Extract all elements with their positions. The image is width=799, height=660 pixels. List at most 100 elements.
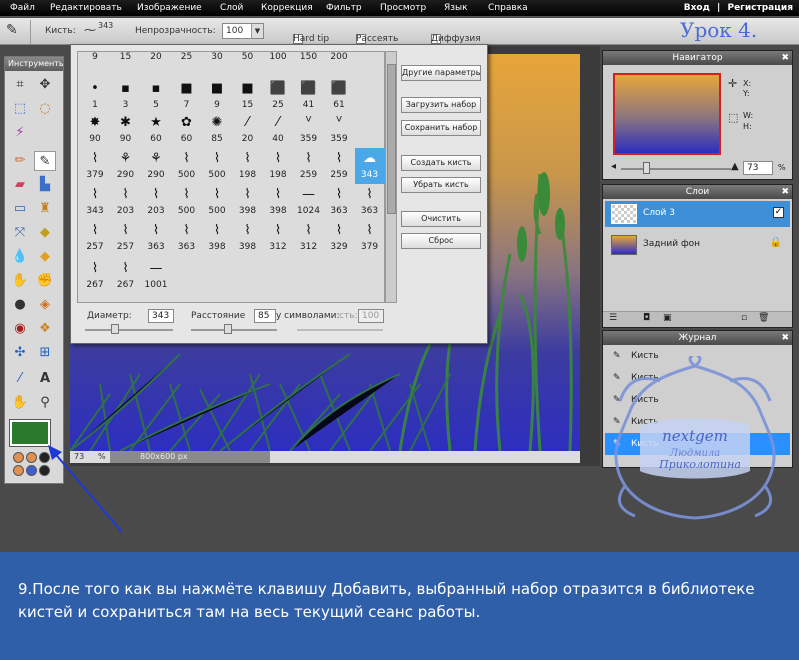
- brush-preset[interactable]: 50: [233, 52, 263, 66]
- more-params-button[interactable]: Другие параметры: [401, 65, 481, 81]
- brush-preset[interactable]: 25: [172, 52, 202, 66]
- brush-preset[interactable]: ■ 9: [202, 78, 232, 114]
- dodge-icon[interactable]: ✊: [34, 271, 56, 291]
- brush-preset[interactable]: ⌇ 500: [172, 184, 202, 220]
- brush-preset[interactable]: ⌇ 363: [324, 184, 354, 220]
- brush-preset[interactable]: ⌇ 257: [80, 220, 110, 256]
- menu-help[interactable]: Справка: [488, 3, 528, 13]
- zoom-slider[interactable]: [621, 168, 731, 170]
- mask-icon[interactable]: ◘: [643, 313, 650, 323]
- spacing-slider[interactable]: [191, 329, 277, 331]
- menu-language[interactable]: Язык: [444, 3, 468, 13]
- brush-preset[interactable]: — 1001: [141, 258, 171, 294]
- menu-filter[interactable]: Фильтр: [326, 3, 362, 13]
- layer-settings-icon[interactable]: ☰: [609, 313, 617, 323]
- brush-preset[interactable]: ▪ 3: [111, 78, 141, 114]
- brush-preset[interactable]: ✿ 60: [172, 112, 202, 148]
- bucket-icon[interactable]: ▙: [34, 175, 56, 195]
- clone-icon[interactable]: ⊞: [34, 343, 56, 363]
- reset-button[interactable]: Сброс: [401, 233, 481, 249]
- brush-preset[interactable]: 30: [202, 52, 232, 66]
- trash-icon[interactable]: 🗑: [758, 313, 769, 323]
- zoom-slider-knob[interactable]: [643, 162, 650, 174]
- eraser-icon[interactable]: ▰: [9, 175, 31, 195]
- menu-edit[interactable]: Редактировать: [50, 3, 122, 13]
- brush-preset[interactable]: 20: [141, 52, 171, 66]
- brush-preset[interactable]: 100: [263, 52, 293, 66]
- brush-preset[interactable]: ⚘ 290: [141, 148, 171, 184]
- navigator-zoom-input[interactable]: 73: [743, 161, 773, 175]
- brush-preset[interactable]: ⁄ 40: [263, 112, 293, 148]
- gradient-icon[interactable]: ▭: [9, 199, 31, 219]
- blur-icon[interactable]: 💧: [9, 247, 31, 267]
- brush-preset[interactable]: ✺ 85: [202, 112, 232, 148]
- close-icon[interactable]: ✖: [781, 185, 789, 199]
- brush-preset[interactable]: ■ 15: [233, 78, 263, 114]
- remove-brush-button[interactable]: Убрать кисть: [401, 177, 481, 193]
- brush-preset[interactable]: ▪ 5: [141, 78, 171, 114]
- brush-preset[interactable]: ⌇ 363: [355, 184, 385, 220]
- brush-preset[interactable]: ⌇ 343: [80, 184, 110, 220]
- brush-preset[interactable]: ⌇ 398: [263, 184, 293, 220]
- stamp-icon[interactable]: ♜: [34, 199, 56, 219]
- crop-icon[interactable]: ⌗: [9, 75, 31, 95]
- create-brush-button[interactable]: Создать кисть: [401, 155, 481, 171]
- color-picker-icon[interactable]: ⁄: [9, 369, 31, 389]
- color-preset-swatch[interactable]: [26, 452, 37, 463]
- zoom-icon[interactable]: ⚲: [34, 393, 56, 413]
- brush-preset[interactable]: ☁ 343: [354, 148, 385, 184]
- brush-preset[interactable]: 15: [111, 52, 141, 66]
- load-set-button[interactable]: Загрузить набор: [401, 97, 481, 113]
- save-set-button[interactable]: Сохранить набор: [401, 120, 481, 136]
- brush-preset[interactable]: ⌇ 363: [172, 220, 202, 256]
- brush-preset[interactable]: ⌇ 398: [202, 220, 232, 256]
- brush-preset[interactable]: ⌇ 198: [233, 148, 263, 184]
- red-eye-icon[interactable]: ◉: [9, 319, 31, 339]
- smudge-icon[interactable]: ◆: [34, 223, 56, 243]
- bloat-icon[interactable]: ❖: [34, 319, 56, 339]
- new-layer-icon[interactable]: ▫: [741, 313, 747, 323]
- brush-icon[interactable]: ✎: [34, 151, 56, 171]
- brush-preset[interactable]: ⬛ 61: [324, 78, 354, 114]
- chevron-down-icon[interactable]: ▼: [251, 24, 263, 38]
- brush-preset[interactable]: ⌇ 500: [202, 148, 232, 184]
- zoom-in-icon[interactable]: ▲: [731, 161, 739, 172]
- brush-preset[interactable]: ★ 60: [141, 112, 171, 148]
- diameter-input[interactable]: 343: [148, 309, 174, 323]
- brush-preset[interactable]: ⌇ 500: [202, 184, 232, 220]
- brush-preset[interactable]: ⌇ 379: [355, 220, 385, 256]
- brush-preset[interactable]: ⌇ 379: [80, 148, 110, 184]
- brush-preset[interactable]: • 1: [80, 78, 110, 114]
- brush-preset[interactable]: ⌇ 312: [263, 220, 293, 256]
- brush-preset[interactable]: 200: [324, 52, 354, 66]
- brush-preset[interactable]: ⌇ 198: [263, 148, 293, 184]
- layer-style-icon[interactable]: ▣: [663, 313, 672, 323]
- visibility-checkbox[interactable]: ✓: [773, 207, 784, 218]
- brush-preset[interactable]: ⌇ 203: [141, 184, 171, 220]
- brush-preset[interactable]: ✸ 90: [80, 112, 110, 148]
- brush-preset[interactable]: ✱ 90: [111, 112, 141, 148]
- brush-preset[interactable]: ⌇ 500: [172, 148, 202, 184]
- spot-heal-icon[interactable]: ◈: [34, 295, 56, 315]
- brush-preset[interactable]: ⌇ 267: [111, 258, 141, 294]
- pinch-icon[interactable]: ✣: [9, 343, 31, 363]
- color-preset-swatch[interactable]: [13, 452, 24, 463]
- menu-view[interactable]: Просмотр: [380, 3, 426, 13]
- brush-preset[interactable]: ⬛ 25: [263, 78, 293, 114]
- brush-preset[interactable]: ⚘ 290: [111, 148, 141, 184]
- brush-preset[interactable]: ⁄ 20: [233, 112, 263, 148]
- brush-preset[interactable]: ⌇ 267: [80, 258, 110, 294]
- brush-preset[interactable]: ⱽ 359: [324, 112, 354, 148]
- spacing-input[interactable]: 85: [254, 309, 276, 323]
- brush-scrollbar[interactable]: [385, 51, 397, 303]
- brush-preset[interactable]: ⱽ 359: [294, 112, 324, 148]
- menu-adjust[interactable]: Коррекция: [261, 3, 313, 13]
- menu-image[interactable]: Изображение: [137, 3, 202, 13]
- lasso-icon[interactable]: ◌: [34, 99, 56, 119]
- diameter-slider-knob[interactable]: [111, 324, 119, 334]
- brush-preset[interactable]: ⌇ 203: [111, 184, 141, 220]
- wand-icon[interactable]: ⚡: [9, 123, 31, 143]
- layer-row[interactable]: Задний фон 🔒: [605, 232, 790, 258]
- brush-preset[interactable]: ⌇ 398: [233, 220, 263, 256]
- brush-preset[interactable]: ■ 7: [172, 78, 202, 114]
